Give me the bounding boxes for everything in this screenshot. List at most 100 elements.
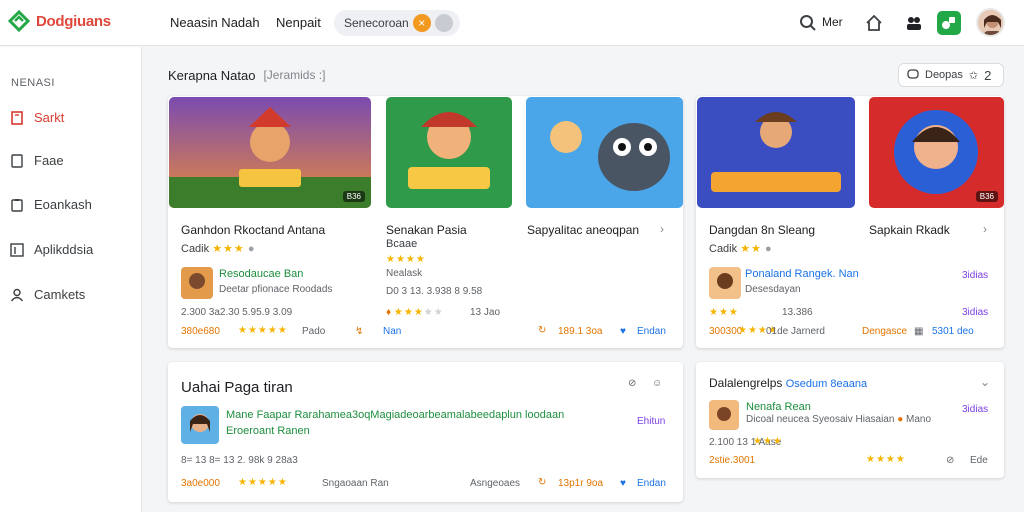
download-icon[interactable]: ↻	[538, 325, 546, 336]
featured-count: 13p1r 9oa	[558, 478, 604, 489]
developer-name-2[interactable]: Nealask	[386, 268, 422, 279]
developer-card-name[interactable]: Nenafa Rean	[746, 401, 811, 413]
developer-card-price: 2stie.3001	[709, 455, 756, 466]
chevron-down-icon[interactable]: ⌄	[980, 375, 990, 389]
filter-chip[interactable]: Deopas ✩ 2	[898, 63, 1004, 87]
tablet-icon	[11, 153, 23, 168]
game-thumbnail-5[interactable]: B36	[869, 97, 1004, 208]
game-subtitle-2: Bcaae	[386, 238, 418, 250]
sidebar: NENASI Sarkt Faae Eoankash Aplikddsia Ca…	[0, 47, 142, 512]
game-title-3[interactable]: Sapyalitac aneoqpan	[527, 223, 639, 237]
game-thumbnail-3[interactable]	[526, 97, 683, 208]
filter-chip-count: 2	[984, 67, 992, 83]
person-icon	[10, 288, 24, 301]
sidebar-item-2[interactable]: Eoankash	[10, 197, 92, 212]
heart-icon[interactable]: ♥	[620, 326, 626, 337]
rating-stars: ★★	[740, 243, 762, 255]
game-title-2[interactable]: Senakan Pasia	[386, 223, 467, 237]
game-art-2	[386, 97, 512, 208]
chevron-right-icon[interactable]: ›	[660, 222, 664, 236]
price-5: Dengasce	[862, 326, 908, 337]
link-icon[interactable]: ⊘	[628, 378, 636, 389]
share-icon[interactable]: ↯	[355, 326, 363, 337]
emoji-icon[interactable]: ☺	[652, 378, 662, 389]
sidebar-item-label: Camkets	[34, 287, 86, 302]
info-icon: ●	[247, 243, 255, 255]
sidebar-item-label: Aplikddsia	[34, 242, 94, 257]
search-chip[interactable]: Senecoroan ×	[334, 10, 460, 36]
people-icon[interactable]	[903, 12, 925, 34]
game-title-1[interactable]: Ganhdon Rkoctand Antana	[181, 223, 325, 237]
rating-stars: ★★★★★	[238, 325, 288, 336]
developer-card-title-main: Dalalengrelps	[709, 376, 783, 390]
game-art-1	[169, 97, 371, 208]
developer-card-tag: 3idias	[962, 404, 989, 415]
sidebar-item-label: Sarkt	[34, 110, 65, 125]
section-title: Kerapna Natao	[168, 68, 256, 83]
game-title-5[interactable]: Sapkain Rkadk	[869, 223, 950, 237]
user-avatar[interactable]	[976, 8, 1005, 37]
price-1: 380e680	[181, 326, 220, 337]
featured-title[interactable]: Uahai Paga tiran	[181, 379, 293, 396]
game-thumbnail-1[interactable]: B36	[169, 97, 371, 208]
home-icon[interactable]	[863, 12, 885, 34]
developer-card-avatar	[709, 400, 739, 430]
rating-count-5: 5301 deo	[932, 326, 974, 337]
rating-label: Cadik	[709, 243, 738, 255]
search-label[interactable]: Mer	[822, 15, 843, 29]
game-meta-4: 13.386	[782, 307, 813, 318]
price-2: Nan	[383, 326, 402, 337]
logo-icon	[8, 10, 30, 32]
game-rating-row-4: Cadik ★★ ●	[709, 242, 772, 255]
sidebar-item-0[interactable]: Sarkt	[10, 110, 64, 125]
developer-name-4[interactable]: Ponaland Rangek. Nan	[745, 268, 859, 280]
featured-link[interactable]: Endan	[637, 478, 666, 489]
featured-price: 3a0e000	[181, 478, 220, 489]
search-icon[interactable]	[797, 12, 819, 34]
search-chip-label: Senecoroan	[344, 16, 409, 30]
thumbnail-badge: B36	[342, 191, 365, 202]
top-bar: Dodgiuans Neaasin Nadah Nenpait Senecoro…	[0, 0, 1024, 46]
featured-developer[interactable]: Mane Faapar Rarahamea3oqMagiadeoarbeamal…	[226, 409, 564, 421]
rating-count-2: 13 Jao	[470, 307, 501, 318]
game-meta-2: D0 3 13. 3.938 8 9.58	[386, 286, 483, 297]
featured-developer-line2: Eroeroant Ranen	[226, 425, 310, 437]
developer-desc-4: Desesdayan	[745, 284, 801, 295]
developer-name-1[interactable]: Resodaucae Ban	[219, 268, 303, 280]
price-3: 189.1 3oa	[558, 326, 603, 337]
sidebar-item-1[interactable]: Faae	[10, 153, 64, 168]
close-icon[interactable]: ×	[412, 14, 431, 32]
nav-link-secondary[interactable]: Nenpait	[276, 15, 321, 30]
developer-card-title[interactable]: Dalalengrelps Osedum 8eaana	[709, 376, 867, 390]
game-rating-row-4b: ★★★	[709, 307, 739, 318]
game-title-4[interactable]: Dangdan 8n Sleang	[709, 223, 815, 237]
verified-icon: ♦	[386, 307, 392, 318]
clipboard-icon	[11, 198, 23, 212]
brand-logo[interactable]: Dodgiuans	[8, 10, 111, 32]
share-icon[interactable]: ⊘	[946, 455, 954, 466]
tag-5: 3idias	[962, 307, 989, 318]
featured-tag: Ehitun	[637, 416, 666, 427]
game-art-4	[697, 97, 855, 208]
bookmark-icon	[11, 110, 23, 125]
featured-price-2: Asngeoaes	[470, 478, 521, 489]
developer-card-link[interactable]: Ede	[970, 455, 988, 466]
heart-icon[interactable]: ♥	[620, 478, 626, 489]
developer-card-desc-main: Dicoal neucea Syeosaiv Hiasaian	[746, 414, 895, 425]
play-store-icon[interactable]	[937, 11, 961, 35]
game-thumbnail-2[interactable]	[386, 97, 512, 208]
chat-icon	[907, 69, 919, 79]
sidebar-title: NENASI	[11, 77, 55, 89]
nav-link-primary[interactable]: Neaasin Nadah	[170, 15, 260, 30]
sidebar-item-3[interactable]: Aplikddsia	[10, 242, 93, 257]
game-thumbnail-4[interactable]	[697, 97, 855, 208]
chevron-right-icon[interactable]: ›	[983, 222, 987, 236]
section-subtitle[interactable]: [Jeramids :]	[263, 68, 325, 83]
grid-icon[interactable]: ▦	[914, 326, 923, 337]
game-rating-row-1: Cadik ★★★ ●	[181, 242, 255, 255]
download-icon[interactable]: ↻	[538, 477, 546, 488]
featured-title-main: Uahai Paga	[181, 379, 260, 396]
sidebar-item-4[interactable]: Camkets	[10, 287, 85, 302]
emoji-icon: ●	[897, 414, 904, 425]
developer-card-desc-suffix: Mano	[906, 414, 932, 425]
